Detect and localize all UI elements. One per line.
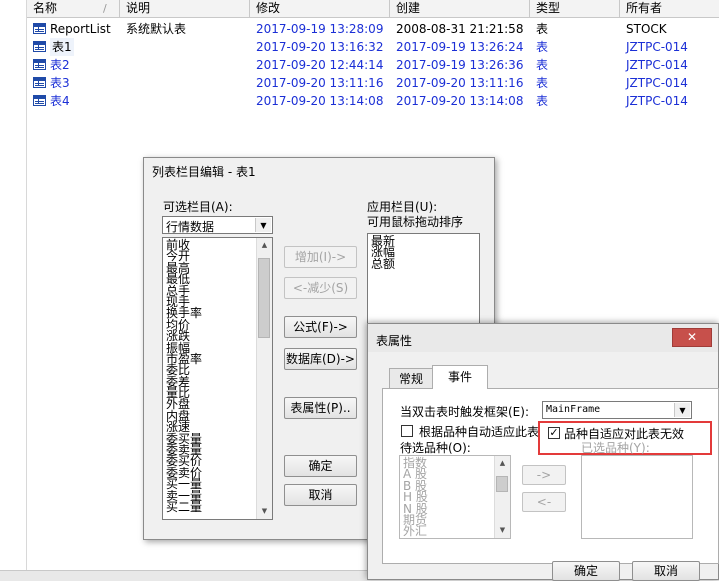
- frame-label: 当双击表时触发框架(E):: [400, 405, 529, 419]
- table-icon: [33, 59, 46, 70]
- table-row[interactable]: ReportList 系统默认表 2017-09-19 13:28:09 200…: [27, 20, 719, 38]
- vertical-scrollbar[interactable]: ▲ ▼: [256, 238, 272, 519]
- row-modified: 2017-09-20 12:44:14: [256, 58, 384, 72]
- table-properties-dialog: 表属性 ✕ 常规 事件 当双击表时触发框架(E): MainFrame ▼ 根据…: [367, 323, 719, 581]
- dialog-title: 列表栏目编辑 - 表1: [152, 165, 256, 179]
- left-gutter: [0, 0, 27, 580]
- column-label: 修改: [256, 1, 281, 15]
- tab-events[interactable]: 事件: [432, 365, 488, 389]
- category-combo[interactable]: 行情数据 ▼: [162, 216, 273, 234]
- chevron-down-icon[interactable]: ▼: [674, 403, 690, 417]
- row-type: 表: [536, 94, 549, 108]
- table-icon: [33, 41, 46, 52]
- scroll-up-icon[interactable]: ▲: [495, 456, 510, 471]
- table-row[interactable]: 表1 2017-09-20 13:16:32 2017-09-19 13:26:…: [27, 38, 719, 56]
- applied-columns-list[interactable]: 最新 涨幅 总额: [367, 233, 480, 333]
- row-modified: 2017-09-20 13:11:16: [256, 76, 384, 90]
- frame-combo[interactable]: MainFrame ▼: [542, 401, 692, 419]
- available-columns-list[interactable]: 前收 今开 最高 最低 总手 现手 换手率 均价 涨跌 振幅 市盈率 委比 委差 量比 外盘 内盘 涨速 委买量委…: [162, 237, 273, 520]
- database-button[interactable]: 数据库(D)->: [284, 348, 357, 370]
- selected-list[interactable]: [581, 455, 693, 539]
- scroll-down-icon[interactable]: ▼: [495, 523, 510, 538]
- selected-label: 已选品种(Y):: [581, 441, 650, 455]
- scroll-thumb[interactable]: [258, 258, 270, 338]
- table-properties-button[interactable]: 表属性(P)..: [284, 397, 357, 419]
- chevron-down-icon[interactable]: ▼: [255, 218, 271, 232]
- close-icon[interactable]: ✕: [672, 328, 712, 347]
- row-owner: JZTPC-014: [626, 40, 688, 54]
- vertical-scrollbar[interactable]: ▲ ▼: [494, 456, 510, 538]
- row-name: ReportList: [50, 22, 111, 36]
- row-created: 2017-09-19 13:26:24: [396, 40, 524, 54]
- row-owner: STOCK: [626, 22, 667, 36]
- category-combo-value: 行情数据: [166, 220, 215, 234]
- cancel-button[interactable]: 取消: [284, 484, 357, 506]
- list-item[interactable]: 外汇: [403, 525, 428, 537]
- column-name-header[interactable]: 名称 /: [27, 0, 120, 17]
- table-row[interactable]: 表2 2017-09-20 12:44:14 2017-09-19 13:26:…: [27, 56, 719, 74]
- ok-button[interactable]: 确定: [552, 561, 620, 581]
- table-icon: [33, 77, 46, 88]
- row-created: 2008-08-31 21:21:58: [396, 22, 524, 36]
- row-owner: JZTPC-014: [626, 94, 688, 108]
- scroll-thumb[interactable]: [496, 476, 508, 492]
- list-item[interactable]: 买二量: [166, 501, 202, 513]
- row-type: 表: [536, 22, 549, 36]
- row-created: 2017-09-20 13:14:08: [396, 94, 524, 108]
- applied-columns-hint: 可用鼠标拖动排序: [367, 215, 464, 229]
- row-modified: 2017-09-19 13:28:09: [256, 22, 384, 36]
- dialog-title: 表属性: [376, 334, 413, 348]
- move-right-button[interactable]: ->: [522, 465, 566, 485]
- row-name: 表3: [50, 76, 70, 90]
- row-name: 表4: [50, 94, 70, 108]
- scroll-down-icon[interactable]: ▼: [257, 504, 272, 519]
- column-label: 说明: [126, 1, 151, 15]
- column-label: 创建: [396, 1, 421, 15]
- column-modified-header[interactable]: 修改: [250, 0, 390, 17]
- sort-indicator: /: [103, 2, 107, 15]
- cancel-button[interactable]: 取消: [632, 561, 700, 581]
- row-type: 表: [536, 58, 549, 72]
- add-column-button[interactable]: 增加(I)->: [284, 246, 357, 268]
- column-label: 名称: [33, 1, 58, 15]
- column-owner-header[interactable]: 所有者: [620, 0, 719, 17]
- candidates-label: 待选品种(O):: [400, 441, 471, 455]
- row-type: 表: [536, 76, 549, 90]
- tab-general[interactable]: 常规: [389, 368, 433, 389]
- ok-button[interactable]: 确定: [284, 455, 357, 477]
- table-icon: [33, 23, 46, 34]
- candidates-list[interactable]: 指数 A 股B 股H 股N 股期货 外汇 ▲ ▼: [399, 455, 511, 539]
- column-created-header[interactable]: 创建: [390, 0, 530, 17]
- row-created: 2017-09-20 13:11:16: [396, 76, 524, 90]
- table-row[interactable]: 表4 2017-09-20 13:14:08 2017-09-20 13:14:…: [27, 92, 719, 110]
- column-desc-header[interactable]: 说明: [120, 0, 250, 17]
- invalid-checkbox[interactable]: ✓: [548, 427, 560, 439]
- available-columns-label: 可选栏目(A):: [163, 200, 233, 214]
- row-name: 表1: [50, 38, 74, 56]
- list-header: 名称 / 说明 修改 创建 类型 所有者: [27, 0, 719, 18]
- column-label: 所有者: [626, 1, 663, 15]
- events-panel: 当双击表时触发框架(E): MainFrame ▼ 根据品种自动适应此表 ✓ 品…: [382, 388, 719, 564]
- column-label: 类型: [536, 1, 561, 15]
- column-type-header[interactable]: 类型: [530, 0, 620, 17]
- row-owner: JZTPC-014: [626, 58, 688, 72]
- table-row[interactable]: 表3 2017-09-20 13:11:16 2017-09-20 13:11:…: [27, 74, 719, 92]
- auto-fit-checkbox[interactable]: [401, 425, 413, 437]
- table-icon: [33, 95, 46, 106]
- remove-column-button[interactable]: <-减少(S): [284, 277, 357, 299]
- scroll-up-icon[interactable]: ▲: [257, 238, 272, 253]
- auto-fit-label: 根据品种自动适应此表: [419, 425, 540, 439]
- row-type: 表: [536, 40, 549, 54]
- list-item[interactable]: 总额: [371, 258, 395, 270]
- move-left-button[interactable]: <-: [522, 492, 566, 512]
- row-desc: 系统默认表: [126, 22, 187, 36]
- row-created: 2017-09-19 13:26:36: [396, 58, 524, 72]
- title-bar: 表属性 ✕: [368, 324, 718, 352]
- row-modified: 2017-09-20 13:14:08: [256, 94, 384, 108]
- formula-button[interactable]: 公式(F)->: [284, 316, 357, 338]
- row-modified: 2017-09-20 13:16:32: [256, 40, 384, 54]
- frame-combo-value: MainFrame: [546, 404, 601, 415]
- row-name: 表2: [50, 58, 70, 72]
- row-owner: JZTPC-014: [626, 76, 688, 90]
